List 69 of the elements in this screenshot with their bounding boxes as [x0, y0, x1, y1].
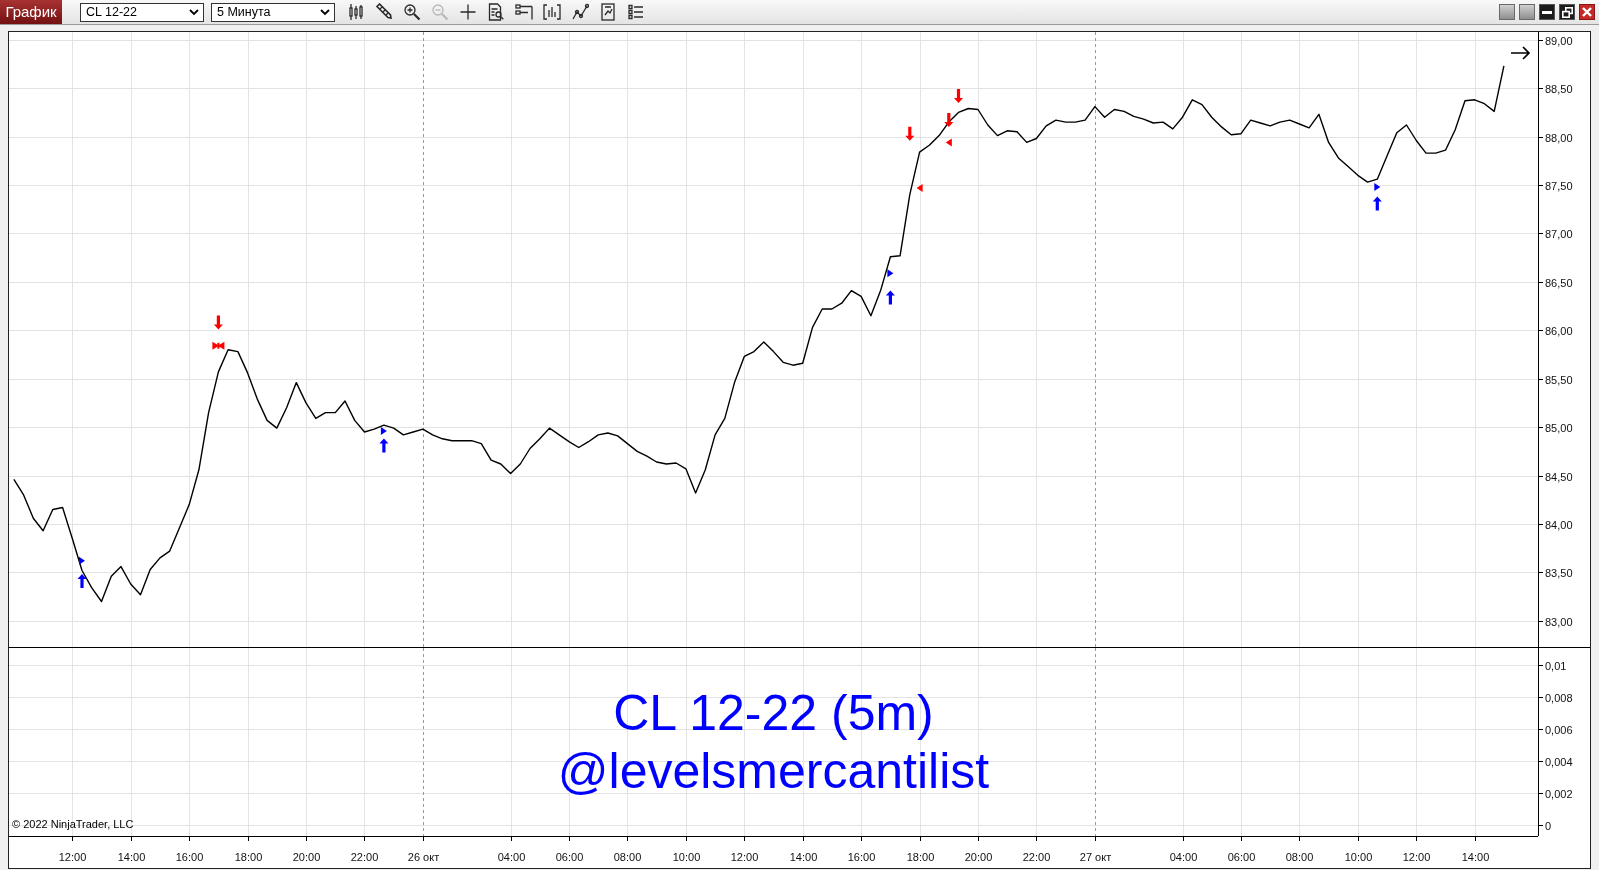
- axis-label: 85,50: [1545, 373, 1573, 386]
- axis-label: 08:00: [1285, 851, 1314, 863]
- arrow-right-icon[interactable]: [1510, 46, 1531, 60]
- document-chart-icon[interactable]: [599, 3, 617, 21]
- zoom-in-icon[interactable]: [403, 3, 421, 21]
- axis-label: 14:00: [117, 851, 146, 863]
- axis-label: 18:00: [906, 851, 935, 863]
- axis-label: 16:00: [175, 851, 204, 863]
- axis-label: 18:00: [234, 851, 263, 863]
- axis-label: 27 окт: [1079, 851, 1112, 863]
- bar-chart-icon[interactable]: [543, 3, 561, 21]
- chart-label: CL 12-22 (5m): [613, 684, 934, 742]
- axis-label: 10:00: [1344, 851, 1373, 863]
- axis-label: 14:00: [1461, 851, 1490, 863]
- axis-label: 12:00: [58, 851, 87, 863]
- axis-label: 12:00: [1402, 851, 1431, 863]
- axis-label: 06:00: [1227, 851, 1256, 863]
- restore-icon: [1561, 6, 1573, 18]
- axis-label: 20:00: [964, 851, 993, 863]
- pencil-icon[interactable]: [375, 3, 393, 21]
- minimize-icon: [1542, 10, 1552, 14]
- list-icon[interactable]: [627, 3, 645, 21]
- axis-label: 04:00: [1169, 851, 1198, 863]
- axis-label: 88,00: [1545, 131, 1573, 144]
- close-button[interactable]: [1579, 4, 1595, 20]
- axis-label: 84,50: [1545, 470, 1573, 483]
- axis-label: 84,00: [1545, 518, 1573, 531]
- axis-label: 89,00: [1545, 34, 1573, 47]
- axis-label: 86,00: [1545, 324, 1573, 337]
- instrument-dropdown[interactable]: CL 12-22: [80, 2, 204, 22]
- close-icon: [1582, 7, 1592, 17]
- restore-button[interactable]: [1559, 4, 1575, 20]
- candlestick-icon[interactable]: [347, 3, 365, 21]
- frame-lines-icon[interactable]: [515, 3, 533, 21]
- axis-label: 0,01: [1545, 659, 1567, 672]
- axis-label: 12:00: [730, 851, 759, 863]
- document-search-icon[interactable]: [487, 3, 505, 21]
- axis-label: 83,00: [1545, 615, 1573, 628]
- axis-label: 14:00: [789, 851, 818, 863]
- axis-label: 85,00: [1545, 421, 1573, 434]
- axis-label: 0,008: [1545, 691, 1573, 704]
- axis-label: 22:00: [350, 851, 379, 863]
- window-button[interactable]: [1499, 4, 1515, 20]
- axis-label: 22:00: [1022, 851, 1051, 863]
- axis-label: 87,00: [1545, 227, 1573, 240]
- caret-icon: [320, 8, 330, 16]
- axis-label: 16:00: [847, 851, 876, 863]
- copyright-text: © 2022 NinjaTrader, LLC: [12, 818, 134, 831]
- axis-label: 0,006: [1545, 723, 1573, 736]
- axis-label: 0: [1545, 819, 1552, 832]
- axis-label: 0,004: [1545, 755, 1573, 768]
- interval-dropdown[interactable]: 5 Минута: [211, 2, 335, 22]
- line-chart-icon[interactable]: [571, 3, 589, 21]
- chart-tab[interactable]: График: [0, 0, 62, 24]
- axis-label: 10:00: [672, 851, 701, 863]
- axis-label: 26 окт: [407, 851, 440, 863]
- axis-label: 0,002: [1545, 787, 1573, 800]
- axis-label: 83,50: [1545, 566, 1573, 579]
- axis-label: 86,50: [1545, 276, 1573, 289]
- chart-label: @levelsmercantilist: [557, 742, 990, 800]
- axis-label: 04:00: [497, 851, 526, 863]
- axis-label: 06:00: [555, 851, 584, 863]
- caret-icon: [189, 8, 199, 16]
- crosshair-icon[interactable]: [459, 3, 477, 21]
- axis-label: 08:00: [613, 851, 642, 863]
- axis-label: 20:00: [292, 851, 321, 863]
- minimize-button[interactable]: [1539, 4, 1555, 20]
- axis-label: 87,50: [1545, 179, 1573, 192]
- axis-label: 88,50: [1545, 82, 1573, 95]
